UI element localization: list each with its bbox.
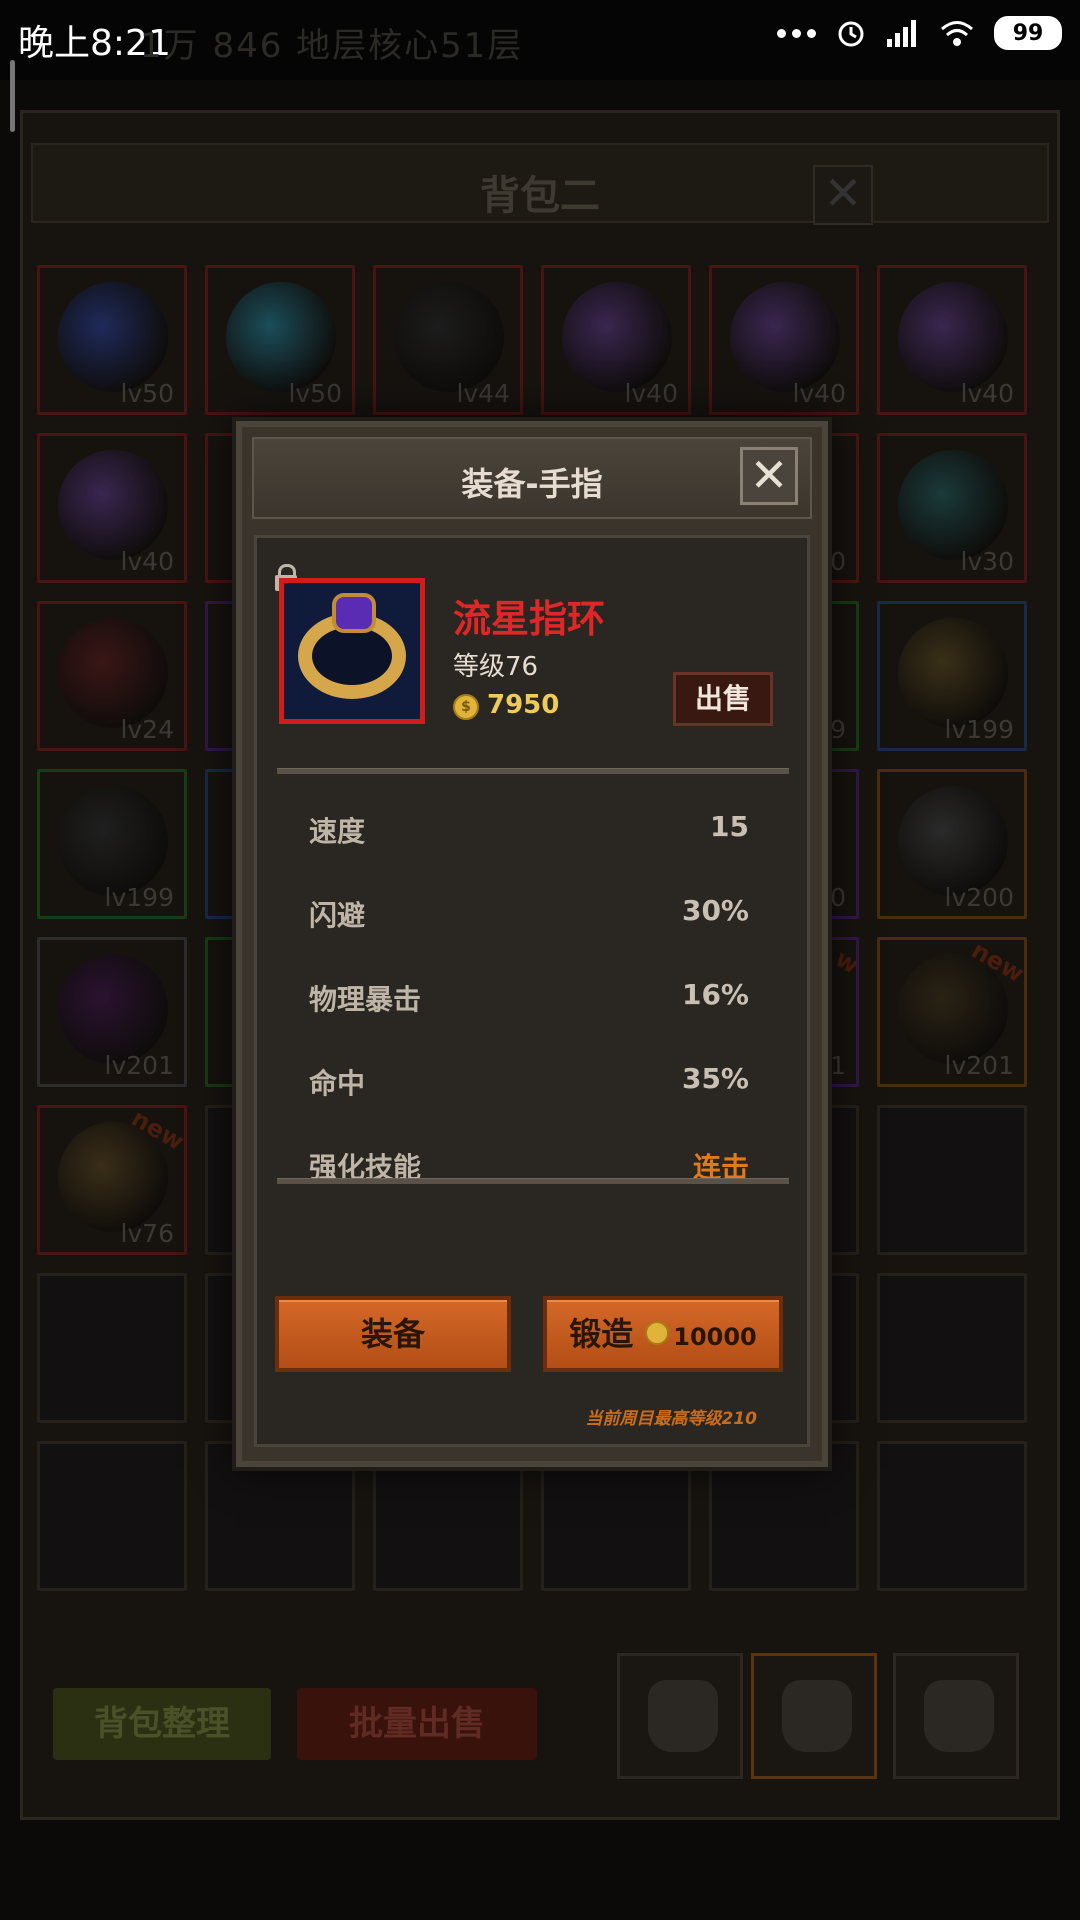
stat-row: 命中 35% — [309, 1062, 749, 1102]
hud-resources: 1万 846 地层核心51层 — [140, 26, 524, 66]
stat-value: 30% — [681, 894, 749, 927]
stat-name: 速度 — [309, 815, 366, 848]
inventory-slot-empty[interactable] — [877, 1105, 1027, 1255]
inventory-slot[interactable]: lv50 — [205, 265, 355, 415]
item-icon — [730, 282, 840, 392]
slot-level: 0 — [830, 547, 846, 576]
stat-name: 闪避 — [309, 899, 366, 932]
bag-title: 背包二 — [480, 173, 600, 219]
battery-icon: 99 — [994, 16, 1062, 50]
dialog-title: 装备-手指 — [461, 465, 603, 503]
bag-tab-1[interactable] — [617, 1653, 743, 1779]
backpack-icon — [648, 1680, 718, 1752]
inventory-slot[interactable]: lv24 — [37, 601, 187, 751]
item-level: 等级76 — [453, 652, 539, 682]
inventory-slot[interactable]: lv199 — [877, 601, 1027, 751]
inventory-slot[interactable]: lv40 — [37, 433, 187, 583]
slot-level: lv199 — [104, 883, 174, 912]
inventory-slot[interactable]: lv40 — [541, 265, 691, 415]
stat-value: 15 — [710, 810, 749, 843]
forge-label: 锻造 — [569, 1315, 634, 1353]
slot-level: lv30 — [960, 547, 1014, 576]
inventory-slot[interactable]: lv44 — [373, 265, 523, 415]
slot-level: lv50 — [120, 379, 174, 408]
item-icon — [226, 282, 336, 392]
coin-icon — [645, 1321, 670, 1345]
inventory-slot[interactable]: lv201 — [37, 937, 187, 1087]
more-dots-icon — [777, 28, 816, 38]
backpack-icon — [782, 1680, 852, 1752]
stat-value: 35% — [681, 1062, 749, 1095]
stat-row: 闪避 30% — [309, 894, 749, 934]
slot-level: lv50 — [288, 379, 342, 408]
item-icon — [58, 786, 168, 896]
item-icon — [58, 282, 168, 392]
stat-row: 速度 15 — [309, 810, 749, 850]
inventory-slot[interactable]: lv199 — [37, 769, 187, 919]
slot-level: lv40 — [792, 379, 846, 408]
equipment-detail-dialog: 装备-手指 ✕ 流星指环 等级76 $ 7950 出售 速度 15 闪避 30% 物理暴… — [236, 421, 828, 1467]
slot-level: lv44 — [456, 379, 510, 408]
equip-button[interactable]: 装备 — [275, 1296, 511, 1372]
slot-level: lv199 — [944, 715, 1014, 744]
slot-level: lv76 — [120, 1219, 174, 1248]
inventory-slot[interactable]: lv30 — [877, 433, 1027, 583]
item-icon — [898, 282, 1008, 392]
inventory-slot-empty[interactable] — [877, 1273, 1027, 1423]
wifi-icon — [941, 21, 973, 46]
sort-bag-button[interactable]: 背包整理 — [53, 1688, 271, 1760]
stat-name: 物理暴击 — [309, 983, 422, 1016]
inventory-slot[interactable]: lv40 — [709, 265, 859, 415]
alarm-icon — [838, 21, 864, 47]
item-icon — [394, 282, 504, 392]
stat-name: 命中 — [309, 1067, 366, 1100]
item-portrait — [279, 578, 425, 724]
dialog-body: 流星指环 等级76 $ 7950 出售 速度 15 闪避 30% 物理暴击 16% 命中 35… — [254, 535, 810, 1447]
scroll-indicator — [10, 60, 15, 132]
slot-level: lv40 — [960, 379, 1014, 408]
item-icon — [898, 450, 1008, 560]
item-icon — [58, 954, 168, 1064]
dialog-header: 装备-手指 ✕ — [252, 437, 812, 519]
slot-level: lv40 — [120, 547, 174, 576]
slot-level: lv40 — [624, 379, 678, 408]
inventory-slot[interactable]: new lv76 — [37, 1105, 187, 1255]
inventory-slot-empty[interactable] — [37, 1273, 187, 1423]
item-icon — [58, 450, 168, 560]
new-badge: w — [830, 944, 859, 980]
inventory-slot[interactable]: lv200 — [877, 769, 1027, 919]
stat-value: 16% — [681, 978, 749, 1011]
system-icons: 99 — [777, 16, 1062, 50]
item-icon — [898, 618, 1008, 728]
inventory-slot[interactable]: new lv201 — [877, 937, 1027, 1087]
sell-button[interactable]: 出售 — [673, 672, 773, 726]
max-level-note: 当前周目最高等级210 — [585, 1409, 758, 1429]
coin-icon: $ — [453, 694, 479, 720]
item-price: 7950 — [487, 690, 560, 720]
inventory-slot[interactable]: lv40 — [877, 265, 1027, 415]
bag-tab-2[interactable] — [751, 1653, 877, 1779]
backpack-icon — [924, 1680, 994, 1752]
slot-level: lv24 — [120, 715, 174, 744]
bulk-sell-button[interactable]: 批量出售 — [297, 1688, 537, 1760]
slot-level: lv201 — [944, 1051, 1014, 1080]
item-icon — [58, 618, 168, 728]
forge-button[interactable]: 锻造 10000 — [543, 1296, 783, 1372]
slot-level: lv201 — [104, 1051, 174, 1080]
signal-icon — [887, 20, 916, 47]
divider — [277, 1178, 789, 1184]
forge-cost: 10000 — [673, 1323, 757, 1351]
bag-tab-3[interactable] — [893, 1653, 1019, 1779]
inventory-slot-empty[interactable] — [37, 1441, 187, 1591]
gem-icon — [332, 593, 376, 633]
item-name: 流星指环 — [453, 597, 606, 641]
slot-level: lv200 — [944, 883, 1014, 912]
item-icon — [562, 282, 672, 392]
inventory-slot-empty[interactable] — [877, 1441, 1027, 1591]
dialog-close-button[interactable]: ✕ — [740, 447, 798, 505]
stat-row: 物理暴击 16% — [309, 978, 749, 1018]
inventory-slot[interactable]: lv50 — [37, 265, 187, 415]
item-icon — [898, 786, 1008, 896]
divider — [277, 768, 789, 774]
